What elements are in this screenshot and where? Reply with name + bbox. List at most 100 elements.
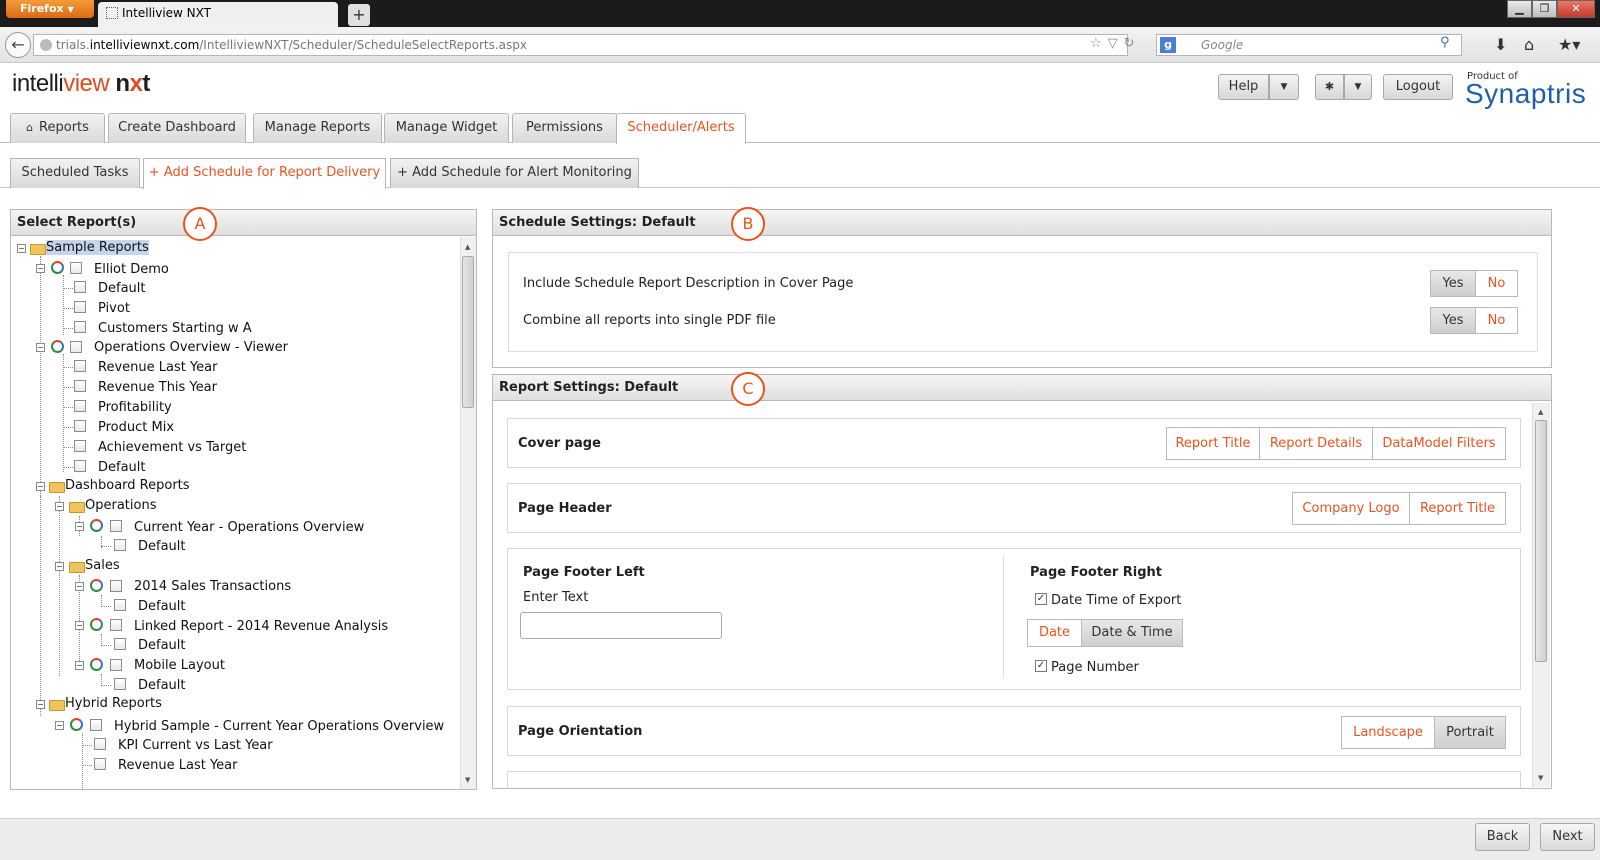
cover-description-yes-button[interactable]: Yes [1430, 270, 1476, 297]
search-icon[interactable]: ⚲ [1440, 35, 1450, 50]
tree-checkbox[interactable] [74, 301, 86, 313]
tree-node-view[interactable]: Default [98, 460, 146, 475]
help-button[interactable]: Help [1218, 74, 1269, 100]
tree-node-report[interactable]: Hybrid Sample - Current Year Operations … [114, 719, 444, 734]
tab-scheduler-alerts[interactable]: Scheduler/Alerts [616, 113, 746, 144]
site-identity-icon[interactable] [40, 39, 52, 51]
tree-node-view[interactable]: Revenue Last Year [98, 360, 217, 375]
collapse-icon[interactable]: − [36, 700, 45, 709]
collapse-icon[interactable]: − [36, 343, 45, 352]
maximize-icon[interactable]: ❐ [1532, 0, 1557, 18]
dropdown-icon[interactable]: ▽ [1108, 36, 1124, 51]
tree-node-folder[interactable]: Dashboard Reports [65, 478, 190, 493]
tree-node-folder[interactable]: Operations [85, 498, 156, 513]
tree-node-view[interactable]: Revenue This Year [98, 380, 217, 395]
tree-checkbox[interactable] [94, 758, 106, 770]
tree-node-report[interactable]: Mobile Layout [134, 658, 225, 673]
tree-scrollbar-thumb[interactable] [462, 256, 474, 408]
collapse-icon[interactable]: − [75, 522, 84, 531]
chevron-down-icon[interactable]: ▼ [1269, 74, 1299, 100]
gear-icon[interactable]: ✱ [1315, 74, 1344, 100]
tree-node-report[interactable]: Current Year - Operations Overview [134, 520, 364, 535]
tree-node-view[interactable]: KPI Current vs Last Year [118, 738, 273, 753]
tab-add-report-delivery[interactable]: + Add Schedule for Report Delivery [143, 158, 386, 189]
bookmark-star-icon[interactable]: ☆ [1090, 36, 1108, 51]
tree-node-view[interactable]: Achievement vs Target [98, 440, 246, 455]
tree-node-report[interactable]: Linked Report - 2014 Revenue Analysis [134, 619, 388, 634]
tab-create-dashboard[interactable]: Create Dashboard [108, 113, 246, 143]
tree-node-view[interactable]: Default [138, 599, 186, 614]
back-button[interactable]: Back [1475, 823, 1530, 851]
header-report-title-button[interactable]: Report Title [1409, 492, 1506, 525]
tree-checkbox[interactable] [114, 638, 126, 650]
tree-node-view[interactable]: Pivot [98, 301, 130, 316]
cover-description-no-button[interactable]: No [1475, 270, 1518, 297]
tree-checkbox[interactable] [110, 659, 122, 671]
scroll-down-icon[interactable]: ▼ [465, 776, 470, 784]
tree-node-report[interactable]: Operations Overview - Viewer [94, 340, 288, 355]
cover-report-details-button[interactable]: Report Details [1259, 427, 1373, 460]
tree-checkbox[interactable] [74, 440, 86, 452]
scroll-up-icon[interactable]: ▲ [465, 243, 470, 251]
tree-node-report[interactable]: 2014 Sales Transactions [134, 579, 291, 594]
tree-node-view[interactable]: Revenue Last Year [118, 758, 237, 773]
collapse-icon[interactable]: − [75, 661, 84, 670]
back-arrow-icon[interactable]: ← [5, 32, 31, 58]
chevron-down-icon[interactable]: ▼ [1344, 74, 1372, 100]
tree-node-sample-reports[interactable]: Sample Reports [46, 240, 149, 255]
collapse-icon[interactable]: − [17, 244, 26, 253]
new-tab-button[interactable]: + [348, 4, 370, 26]
tree-checkbox[interactable] [110, 580, 122, 592]
tree-node-view[interactable]: Default [138, 678, 186, 693]
firefox-menu-button[interactable]: Firefox ▼ [6, 0, 94, 18]
scroll-down-icon[interactable]: ▼ [1538, 774, 1543, 782]
combine-pdf-yes-button[interactable]: Yes [1430, 307, 1476, 334]
date-time-export-checkbox[interactable]: ✓ [1035, 593, 1047, 605]
tree-node-folder[interactable]: Hybrid Reports [65, 696, 162, 711]
collapse-icon[interactable]: − [55, 562, 64, 571]
tree-checkbox[interactable] [74, 281, 86, 293]
tree-node-view[interactable]: Product Mix [98, 420, 174, 435]
cover-report-title-button[interactable]: Report Title [1166, 427, 1260, 460]
cover-datamodel-filters-button[interactable]: DataModel Filters [1372, 427, 1506, 460]
bookmarks-menu-icon[interactable]: ★▾ [1558, 35, 1580, 54]
tree-checkbox[interactable] [90, 719, 102, 731]
minimize-icon[interactable]: ▁ [1507, 0, 1532, 18]
download-icon[interactable]: ⬇ [1494, 35, 1507, 54]
tree-checkbox[interactable] [74, 420, 86, 432]
tree-checkbox[interactable] [114, 539, 126, 551]
tree-checkbox[interactable] [74, 400, 86, 412]
tree-checkbox[interactable] [74, 380, 86, 392]
reload-icon[interactable]: ↻ [1124, 36, 1141, 51]
browser-tab[interactable]: Intelliview NXT [98, 2, 338, 27]
tree-node-view[interactable]: Default [138, 638, 186, 653]
tree-checkbox[interactable] [114, 599, 126, 611]
tab-reports[interactable]: ⌂ Reports [10, 113, 105, 143]
tree-checkbox[interactable] [74, 360, 86, 372]
collapse-icon[interactable]: − [55, 502, 64, 511]
tree-node-view[interactable]: Profitability [98, 400, 172, 415]
tree-checkbox[interactable] [94, 738, 106, 750]
url-bar[interactable]: trials.intelliviewnxt.com/IntelliviewNXT… [33, 34, 1128, 56]
tab-permissions[interactable]: Permissions [512, 113, 617, 143]
tree-checkbox[interactable] [70, 262, 82, 274]
date-format-date-button[interactable]: Date [1027, 619, 1082, 647]
tree-node-view[interactable]: Default [98, 281, 146, 296]
tree-node-view[interactable]: Default [138, 539, 186, 554]
tree-node-view[interactable]: Customers Starting w A [98, 321, 252, 336]
close-icon[interactable]: ✕ [1557, 0, 1595, 18]
search-input[interactable]: Google [1156, 34, 1462, 56]
collapse-icon[interactable]: − [36, 264, 45, 273]
collapse-icon[interactable]: − [36, 482, 45, 491]
tab-scheduled-tasks[interactable]: Scheduled Tasks [10, 158, 140, 188]
collapse-icon[interactable]: − [75, 621, 84, 630]
collapse-icon[interactable]: − [75, 582, 84, 591]
tab-manage-reports[interactable]: Manage Reports [253, 113, 382, 143]
tree-checkbox[interactable] [74, 460, 86, 472]
google-search-icon[interactable]: g [1160, 37, 1176, 53]
combine-pdf-no-button[interactable]: No [1475, 307, 1518, 334]
tree-node-report[interactable]: Elliot Demo [94, 262, 169, 277]
next-button[interactable]: Next [1540, 823, 1595, 851]
tree-checkbox[interactable] [70, 341, 82, 353]
logout-button[interactable]: Logout [1383, 74, 1453, 100]
